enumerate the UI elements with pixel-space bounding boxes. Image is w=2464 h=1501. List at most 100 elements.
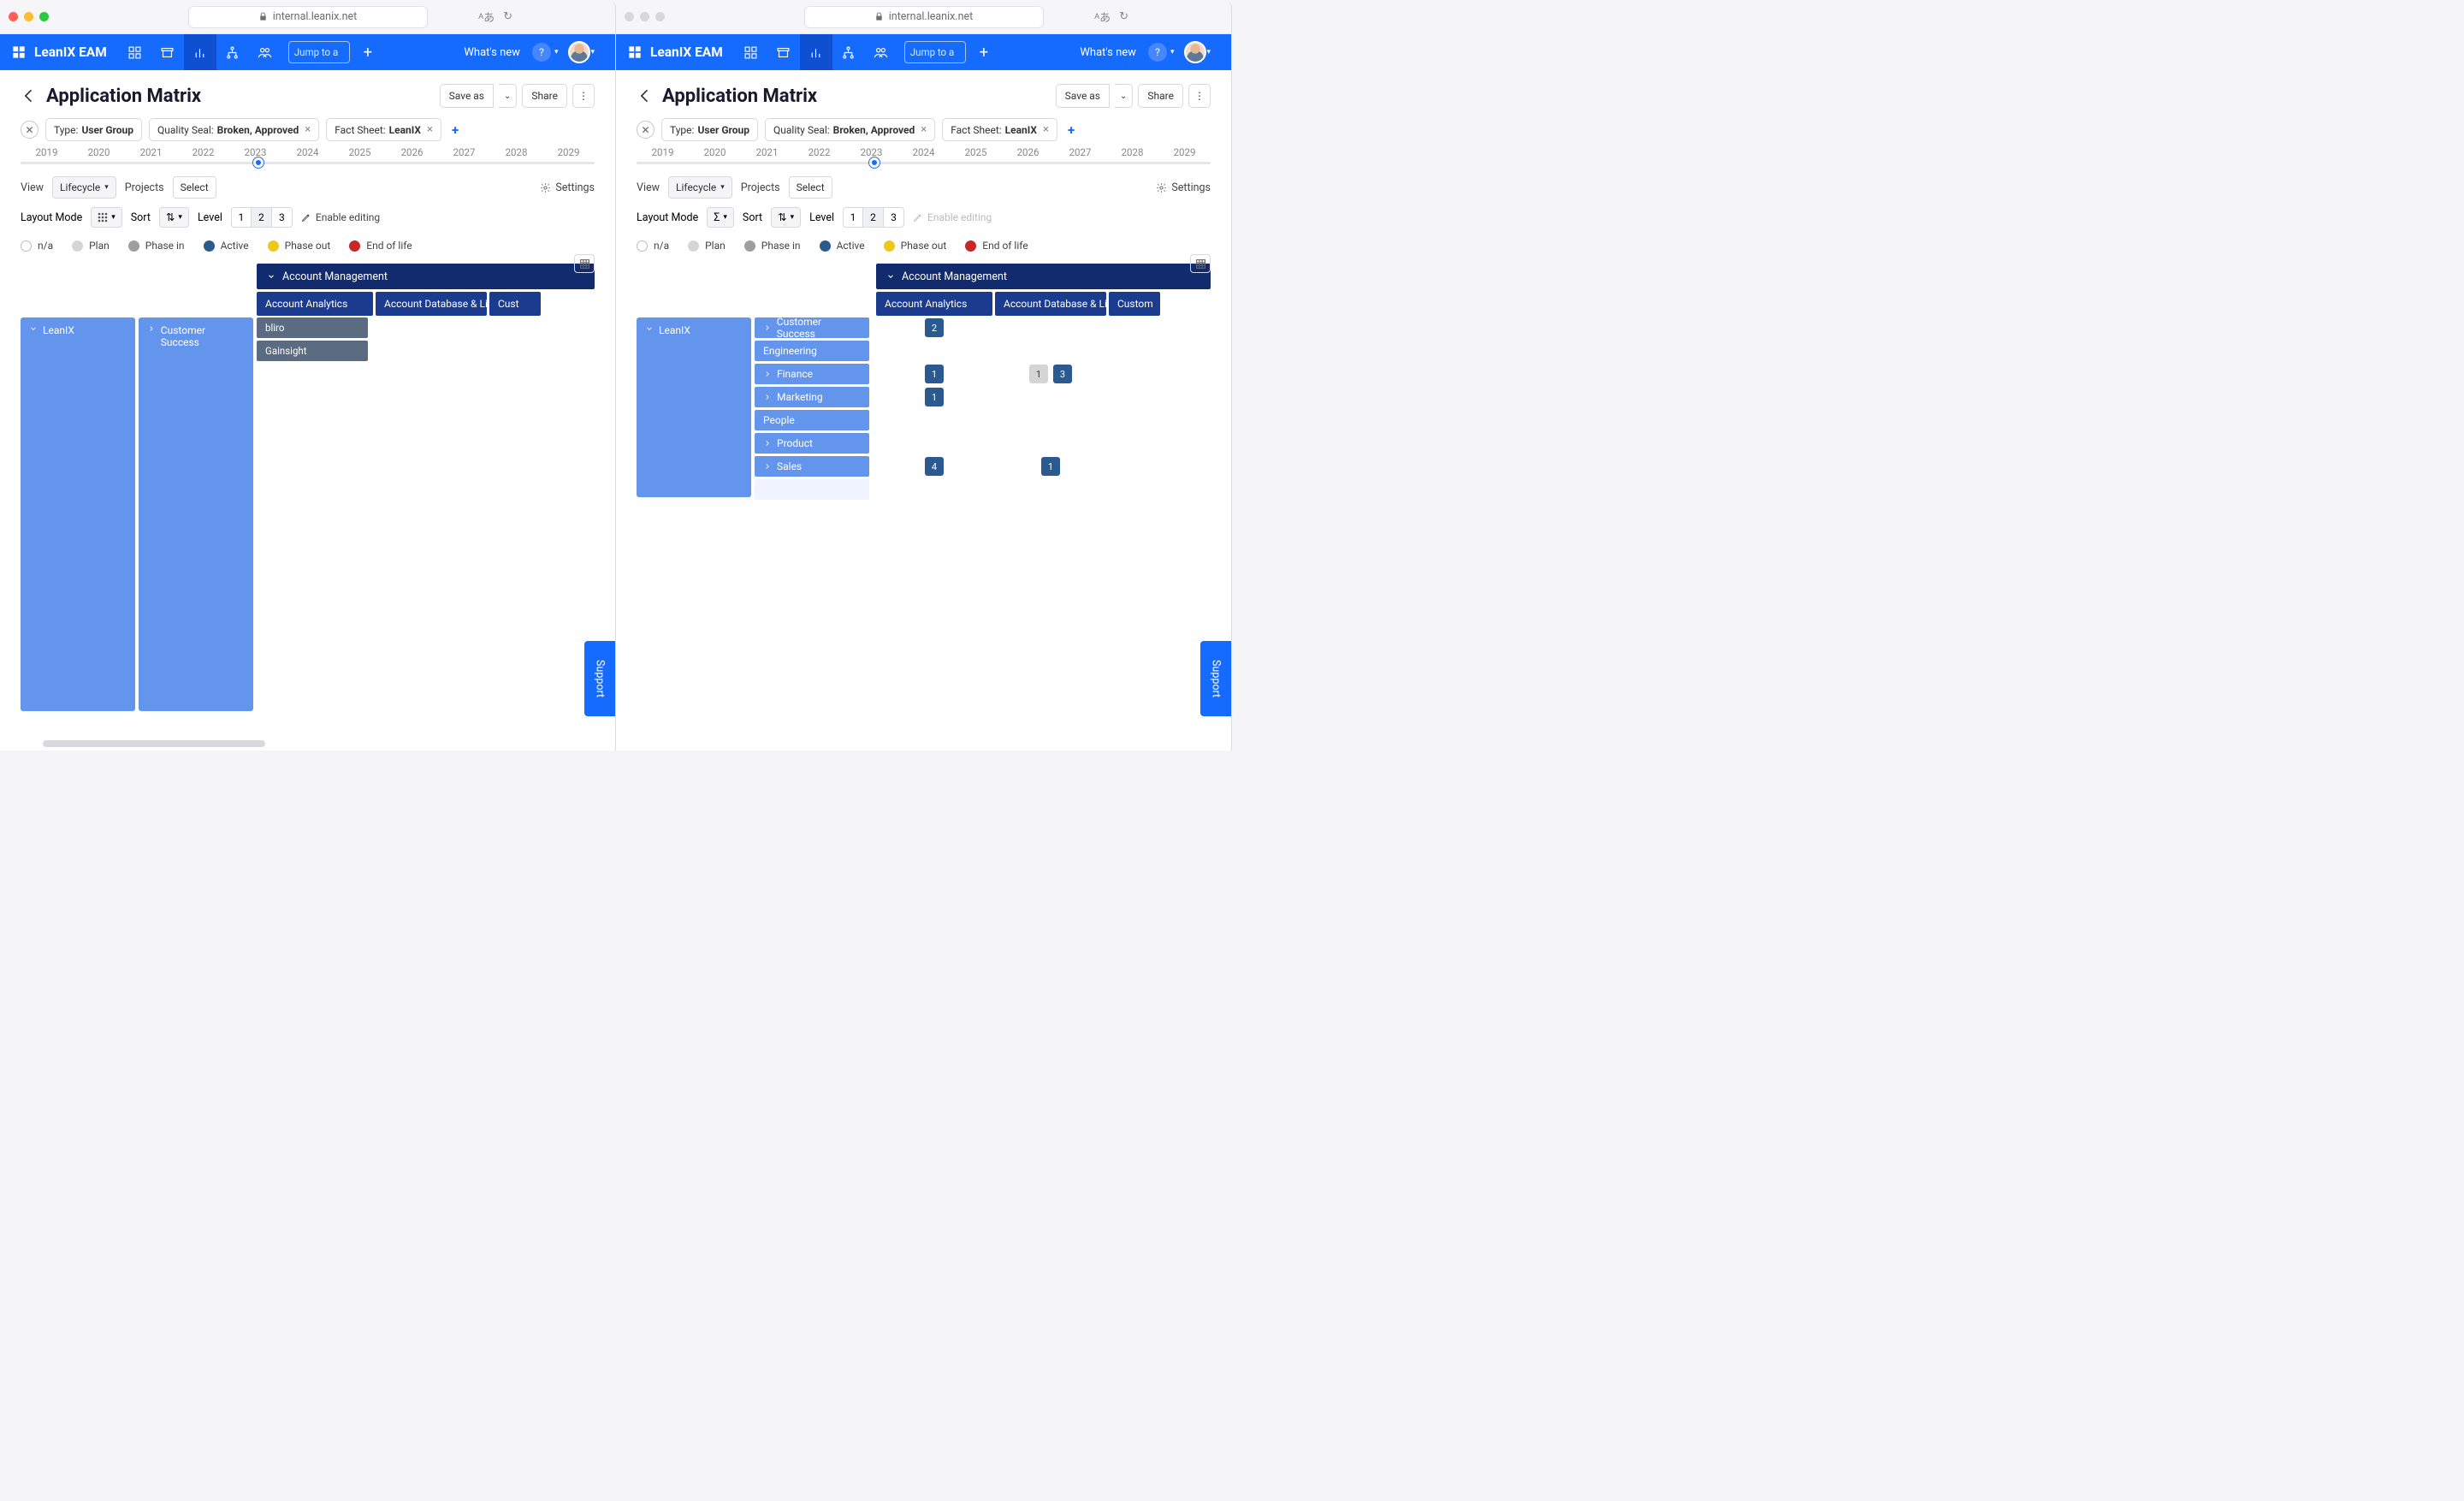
nav-reports[interactable] <box>800 34 832 70</box>
row-root[interactable]: LeanIX <box>21 317 135 711</box>
jump-input[interactable] <box>288 41 350 63</box>
level-1[interactable]: 1 <box>843 207 863 228</box>
jump-input[interactable] <box>904 41 966 63</box>
table-view-toggle[interactable] <box>574 254 595 273</box>
row-root[interactable]: LeanIX <box>637 317 751 497</box>
nav-dashboard[interactable] <box>119 34 151 70</box>
sort-select[interactable]: ⇅▾ <box>159 207 189 228</box>
back-arrow-icon[interactable] <box>637 87 654 104</box>
add-filter-button[interactable]: + <box>1064 122 1078 138</box>
save-as-caret[interactable]: ⌄ <box>499 84 517 108</box>
back-arrow-icon[interactable] <box>21 87 38 104</box>
minimize-window-icon[interactable] <box>24 12 33 21</box>
level-2[interactable]: 2 <box>252 207 272 228</box>
address-bar[interactable]: internal.leanix.net <box>804 6 1044 28</box>
reload-icon[interactable]: ↻ <box>1119 10 1128 23</box>
create-button[interactable]: + <box>973 41 995 63</box>
row-item[interactable]: Engineering <box>755 341 869 361</box>
add-filter-button[interactable]: + <box>448 122 462 138</box>
nav-dashboard[interactable] <box>735 34 767 70</box>
col-header[interactable]: Account Database & Lis... <box>376 292 487 316</box>
minimize-window-icon[interactable] <box>640 12 649 21</box>
save-as-button[interactable]: Save as <box>1056 84 1110 108</box>
col-header[interactable]: Account Database & Lis... <box>995 292 1106 316</box>
count-cell[interactable]: 1 <box>876 387 992 407</box>
reader-icon[interactable]: ᴬあ <box>1094 9 1111 25</box>
support-tab[interactable]: Support <box>584 641 615 716</box>
row-item[interactable]: People <box>755 410 869 430</box>
horizontal-scrollbar[interactable] <box>43 740 265 747</box>
count-cell[interactable]: 1 <box>995 456 1106 477</box>
app-cell[interactable]: Gainsight <box>257 341 368 361</box>
clear-filters-button[interactable]: ✕ <box>637 121 654 139</box>
nav-diagrams[interactable] <box>832 34 865 70</box>
share-button[interactable]: Share <box>1138 84 1183 108</box>
save-as-button[interactable]: Save as <box>440 84 494 108</box>
nav-inventory[interactable] <box>151 34 184 70</box>
column-group-header[interactable]: Account Management <box>876 264 1211 289</box>
reload-icon[interactable]: ↻ <box>503 10 512 23</box>
help-caret-icon[interactable]: ▾ <box>554 48 559 56</box>
share-button[interactable]: Share <box>522 84 567 108</box>
reader-icon[interactable]: ᴬあ <box>478 9 495 25</box>
col-header[interactable]: Cust <box>489 292 541 316</box>
timeline-thumb[interactable] <box>253 157 264 168</box>
zoom-window-icon[interactable] <box>655 12 665 21</box>
level-3[interactable]: 3 <box>884 207 904 228</box>
close-window-icon[interactable] <box>625 12 634 21</box>
user-avatar[interactable] <box>568 41 590 63</box>
col-header[interactable]: Custom <box>1109 292 1160 316</box>
column-group-header[interactable]: Account Management <box>257 264 595 289</box>
filter-factsheet[interactable]: Fact Sheet: LeanIX× <box>942 118 1057 141</box>
remove-filter-icon[interactable]: × <box>921 123 927 136</box>
level-1[interactable]: 1 <box>231 207 252 228</box>
app-logo[interactable]: LeanIX EAM <box>626 44 723 61</box>
col-header[interactable]: Account Analytics <box>876 292 992 316</box>
col-header[interactable]: Account Analytics <box>257 292 373 316</box>
timeline-track[interactable] <box>637 162 1211 164</box>
row-item[interactable]: Customer Success <box>755 317 869 338</box>
clear-filters-button[interactable]: ✕ <box>21 121 38 139</box>
help-button[interactable]: ? <box>1148 43 1167 62</box>
filter-factsheet[interactable]: Fact Sheet: LeanIX× <box>326 118 441 141</box>
row-item[interactable]: Product <box>755 433 869 454</box>
table-view-toggle[interactable] <box>1190 254 1211 273</box>
settings-button[interactable]: Settings <box>540 181 595 194</box>
support-tab[interactable]: Support <box>1200 641 1231 716</box>
help-button[interactable]: ? <box>532 43 551 62</box>
nav-inventory[interactable] <box>767 34 800 70</box>
view-select[interactable]: Lifecycle ▾ <box>52 176 116 199</box>
nav-diagrams[interactable] <box>216 34 249 70</box>
count-cell[interactable]: 4 <box>876 456 992 477</box>
count-cell[interactable]: 1 <box>876 364 992 384</box>
user-avatar[interactable] <box>1184 41 1206 63</box>
filter-type[interactable]: Type: User Group <box>661 118 758 141</box>
count-cell[interactable]: 1 3 <box>995 364 1106 384</box>
whats-new-link[interactable]: What's new <box>1080 46 1136 59</box>
remove-filter-icon[interactable]: × <box>427 123 433 136</box>
level-3[interactable]: 3 <box>272 207 293 228</box>
layout-mode-sigma[interactable]: Σ▾ <box>707 207 734 228</box>
save-as-caret[interactable]: ⌄ <box>1115 84 1133 108</box>
user-caret-icon[interactable]: ▾ <box>1206 48 1211 56</box>
remove-filter-icon[interactable]: × <box>305 123 311 136</box>
whats-new-link[interactable]: What's new <box>464 46 520 59</box>
app-cell[interactable]: bliro <box>257 317 368 338</box>
projects-select[interactable]: Select <box>789 176 832 199</box>
row-item[interactable]: Marketing <box>755 387 869 407</box>
app-logo[interactable]: LeanIX EAM <box>10 44 107 61</box>
more-menu[interactable]: ⋮ <box>572 84 595 108</box>
filter-type[interactable]: Type: User Group <box>45 118 142 141</box>
count-cell[interactable]: 2 <box>876 317 992 338</box>
settings-button[interactable]: Settings <box>1156 181 1211 194</box>
remove-filter-icon[interactable]: × <box>1043 123 1049 136</box>
row-item[interactable]: Finance <box>755 364 869 384</box>
nav-collab[interactable] <box>249 34 281 70</box>
row-group[interactable]: Customer Success <box>139 317 253 711</box>
sort-select[interactable]: ⇅▾ <box>771 207 801 228</box>
help-caret-icon[interactable]: ▾ <box>1170 48 1175 56</box>
nav-reports[interactable] <box>184 34 216 70</box>
zoom-window-icon[interactable] <box>39 12 49 21</box>
more-menu[interactable]: ⋮ <box>1188 84 1211 108</box>
level-2[interactable]: 2 <box>863 207 884 228</box>
